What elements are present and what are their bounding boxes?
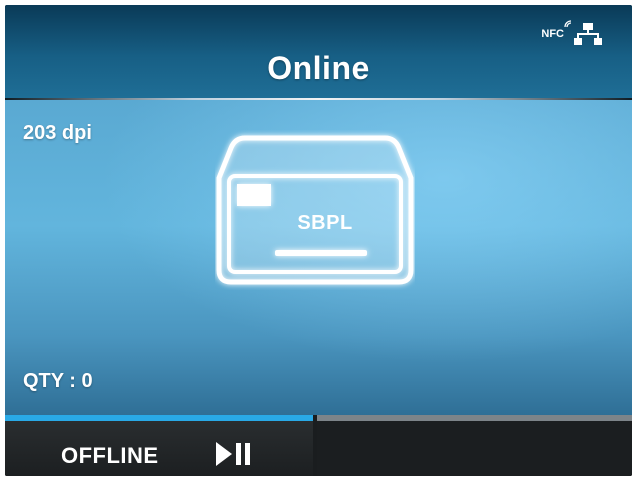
status-icons: NFC <box>541 20 602 45</box>
wired-network-icon <box>574 23 602 45</box>
emulation-card-icon: SBPL <box>215 130 415 290</box>
emulation-label: SBPL <box>297 212 353 234</box>
resolution-text: 203 dpi <box>23 122 92 144</box>
bottom-softkey-bar: OFFLINE <box>5 415 632 476</box>
page-title: Online <box>267 50 370 86</box>
nfc-waves-icon <box>564 20 572 28</box>
nfc-icon: NFC <box>541 20 572 40</box>
label-card-icon <box>216 135 414 285</box>
status-header: NFC Online <box>5 5 632 98</box>
active-indicator <box>5 415 313 421</box>
main-status-area: 203 dpi SBPL QTY : 0 <box>5 100 632 415</box>
inactive-indicator <box>317 415 632 421</box>
nfc-label: NFC <box>541 28 564 40</box>
offline-button-label: OFFLINE <box>61 443 159 468</box>
printer-display: NFC Online 203 dpi SBPL QTY: 0 OFFLINE <box>5 5 632 476</box>
play-pause-icon <box>216 442 250 466</box>
right-softkey-button[interactable] <box>317 415 632 476</box>
quantity-text: QTY : 0 <box>23 370 93 392</box>
offline-button[interactable]: OFFLINE <box>5 415 313 476</box>
